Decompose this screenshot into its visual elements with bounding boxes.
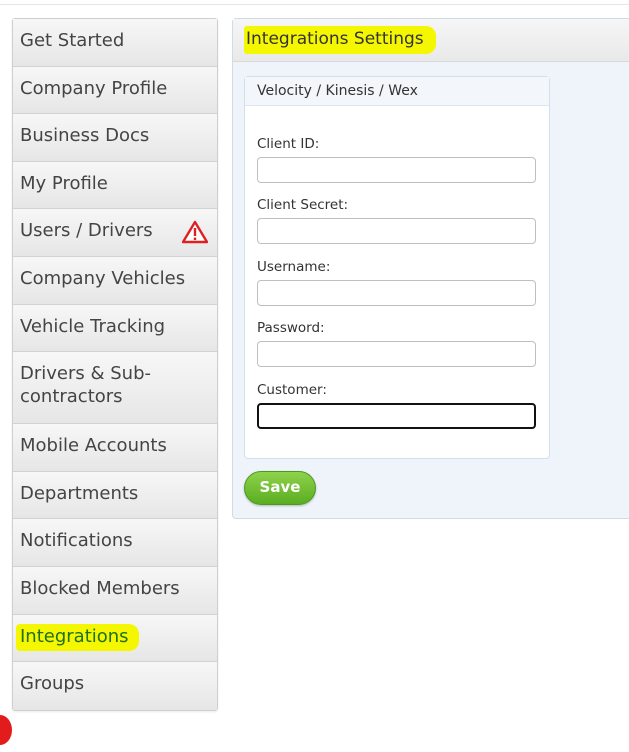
sidebar-item-label: My Profile (20, 172, 108, 194)
sidebar-item-label: Blocked Members (20, 577, 180, 599)
sidebar-item-drivers-subcontractors[interactable]: Drivers & Sub-contractors (13, 352, 217, 425)
sidebar-item-departments[interactable]: Departments (13, 471, 217, 520)
sidebar-item-get-started[interactable]: Get Started (13, 19, 217, 67)
sidebar-item-label: Notifications (20, 530, 133, 552)
sidebar-item-label: Business Docs (20, 125, 150, 147)
sidebar-item-groups[interactable]: Groups (13, 662, 217, 710)
sidebar-item-label: Vehicle Tracking (20, 315, 166, 337)
sidebar-item-users-drivers[interactable]: Users / Drivers (13, 209, 217, 257)
username-input[interactable] (257, 280, 536, 306)
warning-icon (182, 221, 208, 244)
password-input[interactable] (257, 341, 536, 367)
sidebar-item-label: Company Profile (20, 77, 168, 99)
client-id-label: Client ID: (257, 136, 320, 152)
sidebar-item-my-profile[interactable]: My Profile (13, 161, 217, 210)
save-button[interactable]: Save (244, 471, 316, 505)
sidebar-item-company-vehicles[interactable]: Company Vehicles (13, 256, 217, 305)
sidebar-item-integrations[interactable]: Integrations (13, 614, 217, 663)
client-secret-input[interactable] (257, 218, 536, 244)
password-label: Password: (257, 320, 325, 336)
client-secret-label: Client Secret: (257, 197, 349, 213)
sidebar-item-mobile-accounts[interactable]: Mobile Accounts (13, 424, 217, 472)
sidebar-item-label: Users / Drivers (20, 220, 153, 242)
integrations-panel: Integrations Settings Velocity / Kinesis… (232, 18, 629, 519)
sidebar-item-blocked-members[interactable]: Blocked Members (13, 566, 217, 615)
card-title: Velocity / Kinesis / Wex (245, 77, 549, 106)
velocity-settings-card: Velocity / Kinesis / Wex Client ID: Clie… (244, 76, 550, 459)
sidebar-item-label: Company Vehicles (20, 267, 186, 289)
page-title: Integrations Settings (244, 26, 436, 54)
client-id-input[interactable] (257, 157, 536, 183)
sidebar-item-business-docs[interactable]: Business Docs (13, 114, 217, 162)
sidebar-item-company-profile[interactable]: Company Profile (13, 66, 217, 115)
panel-header: Integrations Settings (233, 19, 629, 62)
settings-sidebar: Get Started Company Profile Business Doc… (12, 18, 218, 711)
notification-dot (0, 715, 12, 745)
sidebar-item-label: Groups (20, 673, 85, 695)
top-divider (0, 4, 629, 5)
username-label: Username: (257, 259, 331, 275)
sidebar-item-label: Drivers & Sub-contractors (20, 363, 152, 408)
sidebar-item-label: Get Started (20, 30, 125, 51)
customer-label: Customer: (257, 382, 327, 398)
customer-input[interactable] (257, 403, 536, 429)
sidebar-item-label: Departments (20, 482, 139, 504)
sidebar-item-label: Mobile Accounts (20, 435, 167, 457)
sidebar-item-vehicle-tracking[interactable]: Vehicle Tracking (13, 304, 217, 353)
sidebar-item-notifications[interactable]: Notifications (13, 519, 217, 567)
sidebar-item-label: Integrations (16, 623, 139, 651)
